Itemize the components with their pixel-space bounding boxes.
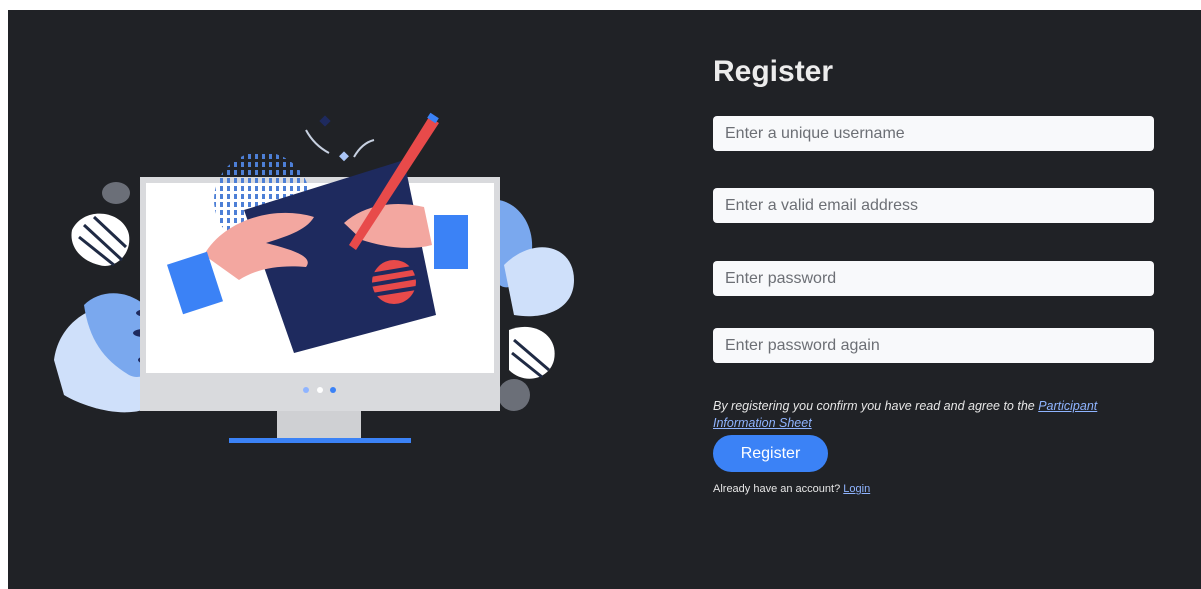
username-input[interactable] (713, 116, 1154, 151)
email-input[interactable] (713, 188, 1154, 223)
page-container: Register By registering you confirm you … (8, 10, 1201, 589)
login-prompt-text: Already have an account? (713, 483, 844, 495)
password-again-input[interactable] (713, 328, 1154, 363)
register-button[interactable]: Register (713, 435, 828, 472)
page-title: Register (713, 55, 834, 88)
terms-text: By registering you confirm you have read… (713, 399, 1039, 413)
login-prompt: Already have an account? Login (713, 483, 870, 495)
monitor-illustration-icon (54, 112, 574, 443)
terms-notice: By registering you confirm you have read… (713, 398, 1153, 432)
register-form: Register By registering you confirm you … (713, 52, 1158, 495)
password-input[interactable] (713, 261, 1154, 296)
login-link[interactable]: Login (843, 483, 870, 495)
